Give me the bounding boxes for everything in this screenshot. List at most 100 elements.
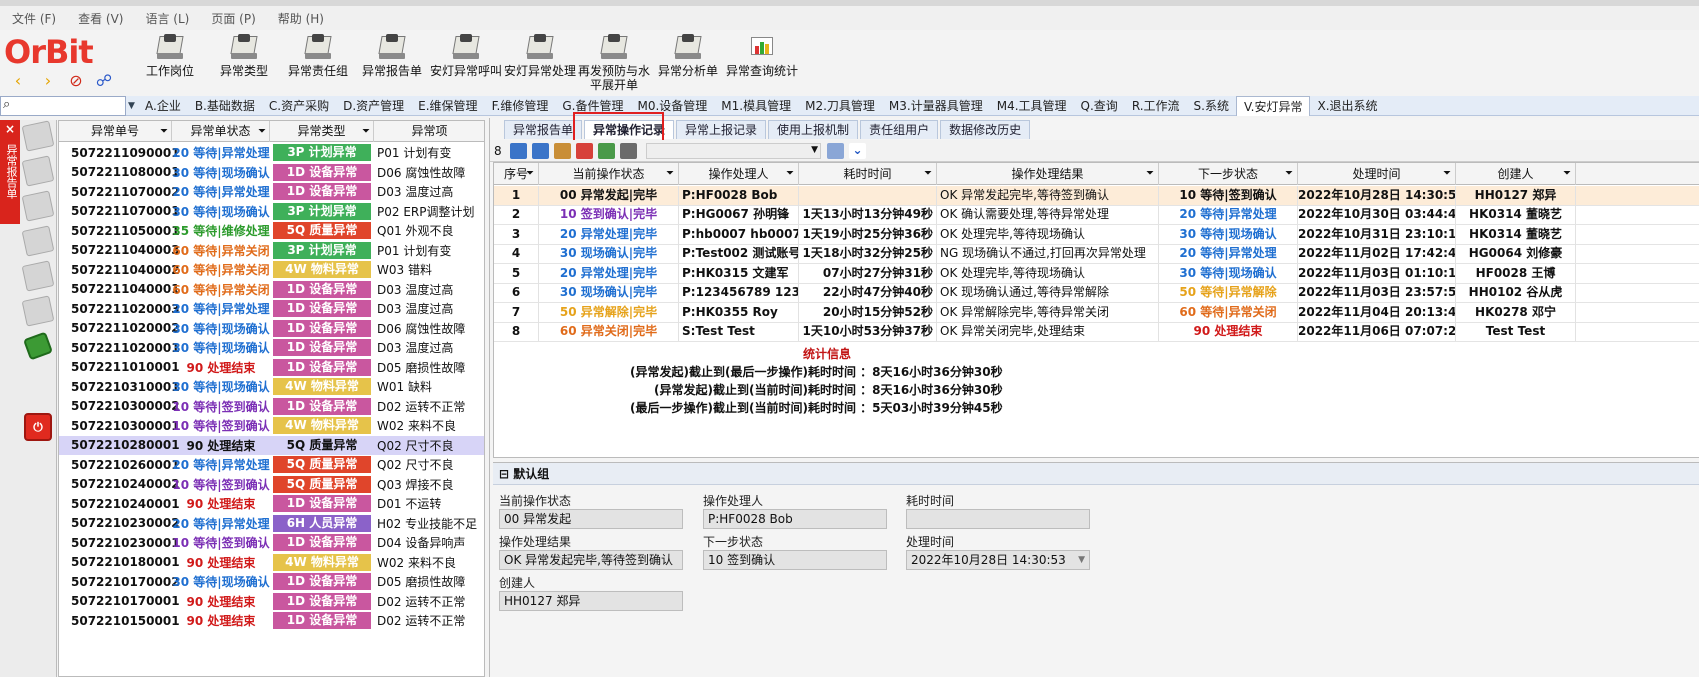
list-row[interactable]: 5072211090001 20 等待|异常处理 3P 计划异常 P01 计划有变: [59, 143, 484, 163]
filter-icon[interactable]: ⏷: [924, 163, 932, 185]
result-field[interactable]: OK 异常发起完毕,等待签到确认: [499, 550, 683, 570]
module-tab[interactable]: M2.刀具管理: [798, 96, 882, 116]
filter-icon[interactable]: ⏷: [666, 163, 674, 185]
filter-icon[interactable]: ⏷: [786, 163, 794, 185]
module-tab[interactable]: Q.查询: [1074, 96, 1125, 116]
list-row[interactable]: 5072210240002 10 等待|签到确认 5Q 质量异常 Q03 焊接不良: [59, 475, 484, 495]
menu-item[interactable]: 查看 (V): [78, 10, 123, 27]
column-header[interactable]: 序号 ⏷: [494, 163, 539, 185]
operator-field[interactable]: P:HF0028 Bob: [703, 509, 887, 529]
column-header[interactable]: 异常项: [374, 121, 484, 142]
chevron-down-icon[interactable]: ▼: [1078, 551, 1085, 569]
toolbar-button[interactable]: 异常分析单: [651, 32, 725, 94]
column-header[interactable]: 下一步状态 ⏷: [1159, 163, 1298, 185]
column-header[interactable]: 创建人 ⏷: [1456, 163, 1576, 185]
column-header[interactable]: 处理时间 ⏷: [1298, 163, 1456, 185]
process-time-field[interactable]: 2022年10月28日 14:30:53 ▼: [906, 550, 1090, 570]
module-tab[interactable]: C.资产采购: [262, 96, 336, 116]
list-row[interactable]: 5072211020001 30 等待|现场确认 1D 设备异常 D03 温度过高: [59, 338, 484, 358]
grid-row[interactable]: 3 20 异常处理|完毕 P:hb0007 hb0007 1天19小时25分钟36秒 O…: [494, 224, 1699, 245]
column-header[interactable]: 当前操作状态 ⏷: [539, 163, 679, 185]
sub-tab[interactable]: 使用上报机制: [768, 120, 859, 139]
list-row[interactable]: 5072210240001 90 处理结束 1D 设备异常 D01 不运转: [59, 494, 484, 514]
network-icon[interactable]: ☍: [94, 71, 114, 91]
toolbar-button[interactable]: 工作岗位: [133, 32, 207, 94]
list-row[interactable]: 5072211080001 30 等待|现场确认 1D 设备异常 D06 腐蚀性故障: [59, 163, 484, 183]
cur-status-field[interactable]: 00 异常发起: [499, 509, 683, 529]
grid-row[interactable]: 8 60 异常关闭|完毕 S:Test Test 1天10小时53分钟37秒 OK 异常…: [494, 322, 1699, 342]
module-tab[interactable]: S.系统: [1187, 96, 1236, 116]
back-arrow-icon[interactable]: ‹: [8, 71, 28, 91]
module-tab[interactable]: M1.模具管理: [714, 96, 798, 116]
columns-icon[interactable]: [620, 142, 637, 159]
column-header[interactable]: 操作处理人 ⏷: [679, 163, 799, 185]
print-preview-icon[interactable]: [827, 142, 844, 159]
last-record-icon[interactable]: [532, 142, 549, 159]
list-row[interactable]: 5072210170001 90 处理结束 1D 设备异常 D02 运转不正常: [59, 592, 484, 612]
toolbar-button[interactable]: 再发预防与水平展开单: [577, 32, 651, 94]
column-header[interactable]: 操作处理结果 ⏷: [937, 163, 1159, 185]
menu-item[interactable]: 页面 (P): [211, 10, 255, 27]
list-row[interactable]: 5072210150001 90 处理结束 1D 设备异常 D02 运转不正常: [59, 611, 484, 631]
list-row[interactable]: 5072211020003 20 等待|异常处理 1D 设备异常 D03 温度过高: [59, 299, 484, 319]
module-tab[interactable]: E.维保管理: [411, 96, 484, 116]
side-tab-report[interactable]: × 异常报告单: [0, 120, 20, 224]
sub-tab[interactable]: 责任组用户: [860, 120, 939, 139]
filter-icon[interactable]: ⏷: [1146, 163, 1154, 185]
duration-field[interactable]: [906, 509, 1090, 529]
grid-row[interactable]: 4 30 现场确认|完毕 P:Test002 测试账号 1天18小时32分钟25秒 NG…: [494, 244, 1699, 264]
module-tab[interactable]: D.资产管理: [336, 96, 411, 116]
module-tab[interactable]: M4.工具管理: [990, 96, 1074, 116]
menu-item[interactable]: 帮助 (H): [278, 10, 324, 27]
column-header[interactable]: 异常单号 ⏷: [59, 121, 172, 142]
list-row[interactable]: 5072210230001 10 等待|签到确认 1D 设备异常 D04 设备异响声: [59, 533, 484, 553]
module-tab[interactable]: F.维修管理: [485, 96, 556, 116]
first-record-icon[interactable]: [510, 142, 527, 159]
toolbar-button[interactable]: 异常责任组: [281, 32, 355, 94]
module-tab[interactable]: M3.计量器具管理: [882, 96, 990, 116]
stop-icon[interactable]: ⊘: [66, 71, 86, 91]
grid-row[interactable]: 630 现场确认|完毕P:123456789 123...22小时47分钟40秒…: [494, 283, 1699, 303]
filter-icon[interactable]: ⏷: [1285, 163, 1293, 185]
filter-icon[interactable]: ⏷: [160, 121, 168, 142]
sub-tab[interactable]: 异常上报记录: [676, 120, 767, 139]
module-tab[interactable]: B.基础数据: [188, 96, 262, 116]
collapse-icon[interactable]: ⊟: [499, 467, 509, 481]
expand-icon[interactable]: ⌄: [849, 142, 866, 159]
filter-icon[interactable]: ⏷: [258, 121, 266, 142]
menu-item[interactable]: 文件 (F): [12, 10, 56, 27]
next-status-field[interactable]: 10 签到确认: [703, 550, 887, 570]
sub-tab[interactable]: 数据修改历史: [940, 120, 1031, 139]
list-row[interactable]: 5072210300001 10 等待|签到确认 4W 物料异常 W02 来料不良: [59, 416, 484, 436]
list-row[interactable]: 5072211040002 60 等待|异常关闭 4W 物料异常 W03 错料: [59, 260, 484, 280]
export-icon[interactable]: [598, 142, 615, 159]
forward-arrow-icon[interactable]: ›: [38, 71, 58, 91]
chevron-down-icon[interactable]: ▼: [128, 101, 138, 111]
grid-row[interactable]: 1 00 异常发起|完毕 P:HF0028 Bob OK 异常发起完毕,等待签到确认 1…: [494, 185, 1699, 206]
grid-row[interactable]: 5 20 异常处理|完毕 P:HK0315 文建军 07小时27分钟31秒 OK 处理完…: [494, 263, 1699, 284]
column-header[interactable]: 耗时时间 ⏷: [799, 163, 937, 185]
exit-icon[interactable]: ⏻: [24, 413, 52, 441]
sub-tab[interactable]: 异常报告单: [504, 120, 583, 139]
module-tab[interactable]: V.安灯异常: [1235, 95, 1311, 116]
copy-icon[interactable]: [576, 142, 593, 159]
module-tab[interactable]: R.工作流: [1125, 96, 1187, 116]
close-icon[interactable]: ×: [0, 122, 20, 136]
search-input[interactable]: ⌕: [0, 96, 126, 116]
creator-field[interactable]: HH0127 郑异: [499, 591, 683, 611]
list-row[interactable]: 5072210300002 10 等待|签到确认 1D 设备异常 D02 运转不正常: [59, 397, 484, 417]
list-row[interactable]: 5072210180001 90 处理结束 4W 物料异常 W02 来料不良: [59, 553, 484, 573]
list-row[interactable]: 5072211070001 30 等待|现场确认 3P 计划异常 P02 ERP调整计…: [59, 202, 484, 222]
list-row[interactable]: 5072211040003 60 等待|异常关闭 3P 计划异常 P01 计划有变: [59, 241, 484, 261]
list-row[interactable]: 5072211010001 90 处理结束 1D 设备异常 D05 磨损性故障: [59, 358, 484, 378]
grid-row[interactable]: 7 50 异常解除|完毕 P:HK0355 Roy 20小时15分钟52秒 OK 异常解…: [494, 302, 1699, 323]
list-row[interactable]: 5072210280001 90 处理结束 5Q 质量异常 Q02 尺寸不良: [59, 435, 484, 455]
toolbar-button[interactable]: 异常类型: [207, 32, 281, 94]
list-row[interactable]: 5072210170002 30 等待|现场确认 1D 设备异常 D05 磨损性故障: [59, 572, 484, 592]
module-tab[interactable]: X.退出系统: [1310, 96, 1384, 116]
filter-dropdown[interactable]: ▼: [646, 142, 821, 159]
list-row[interactable]: 5072210230002 20 等待|异常处理 6H 人员异常 H02 专业技能不足: [59, 514, 484, 534]
filter-icon[interactable]: ⏷: [1563, 163, 1571, 185]
grid-row[interactable]: 2 10 签到确认|完毕 P:HG0067 孙明锋 1天13小时13分钟49秒 OK 确…: [494, 205, 1699, 225]
hand-icon[interactable]: [554, 142, 571, 159]
